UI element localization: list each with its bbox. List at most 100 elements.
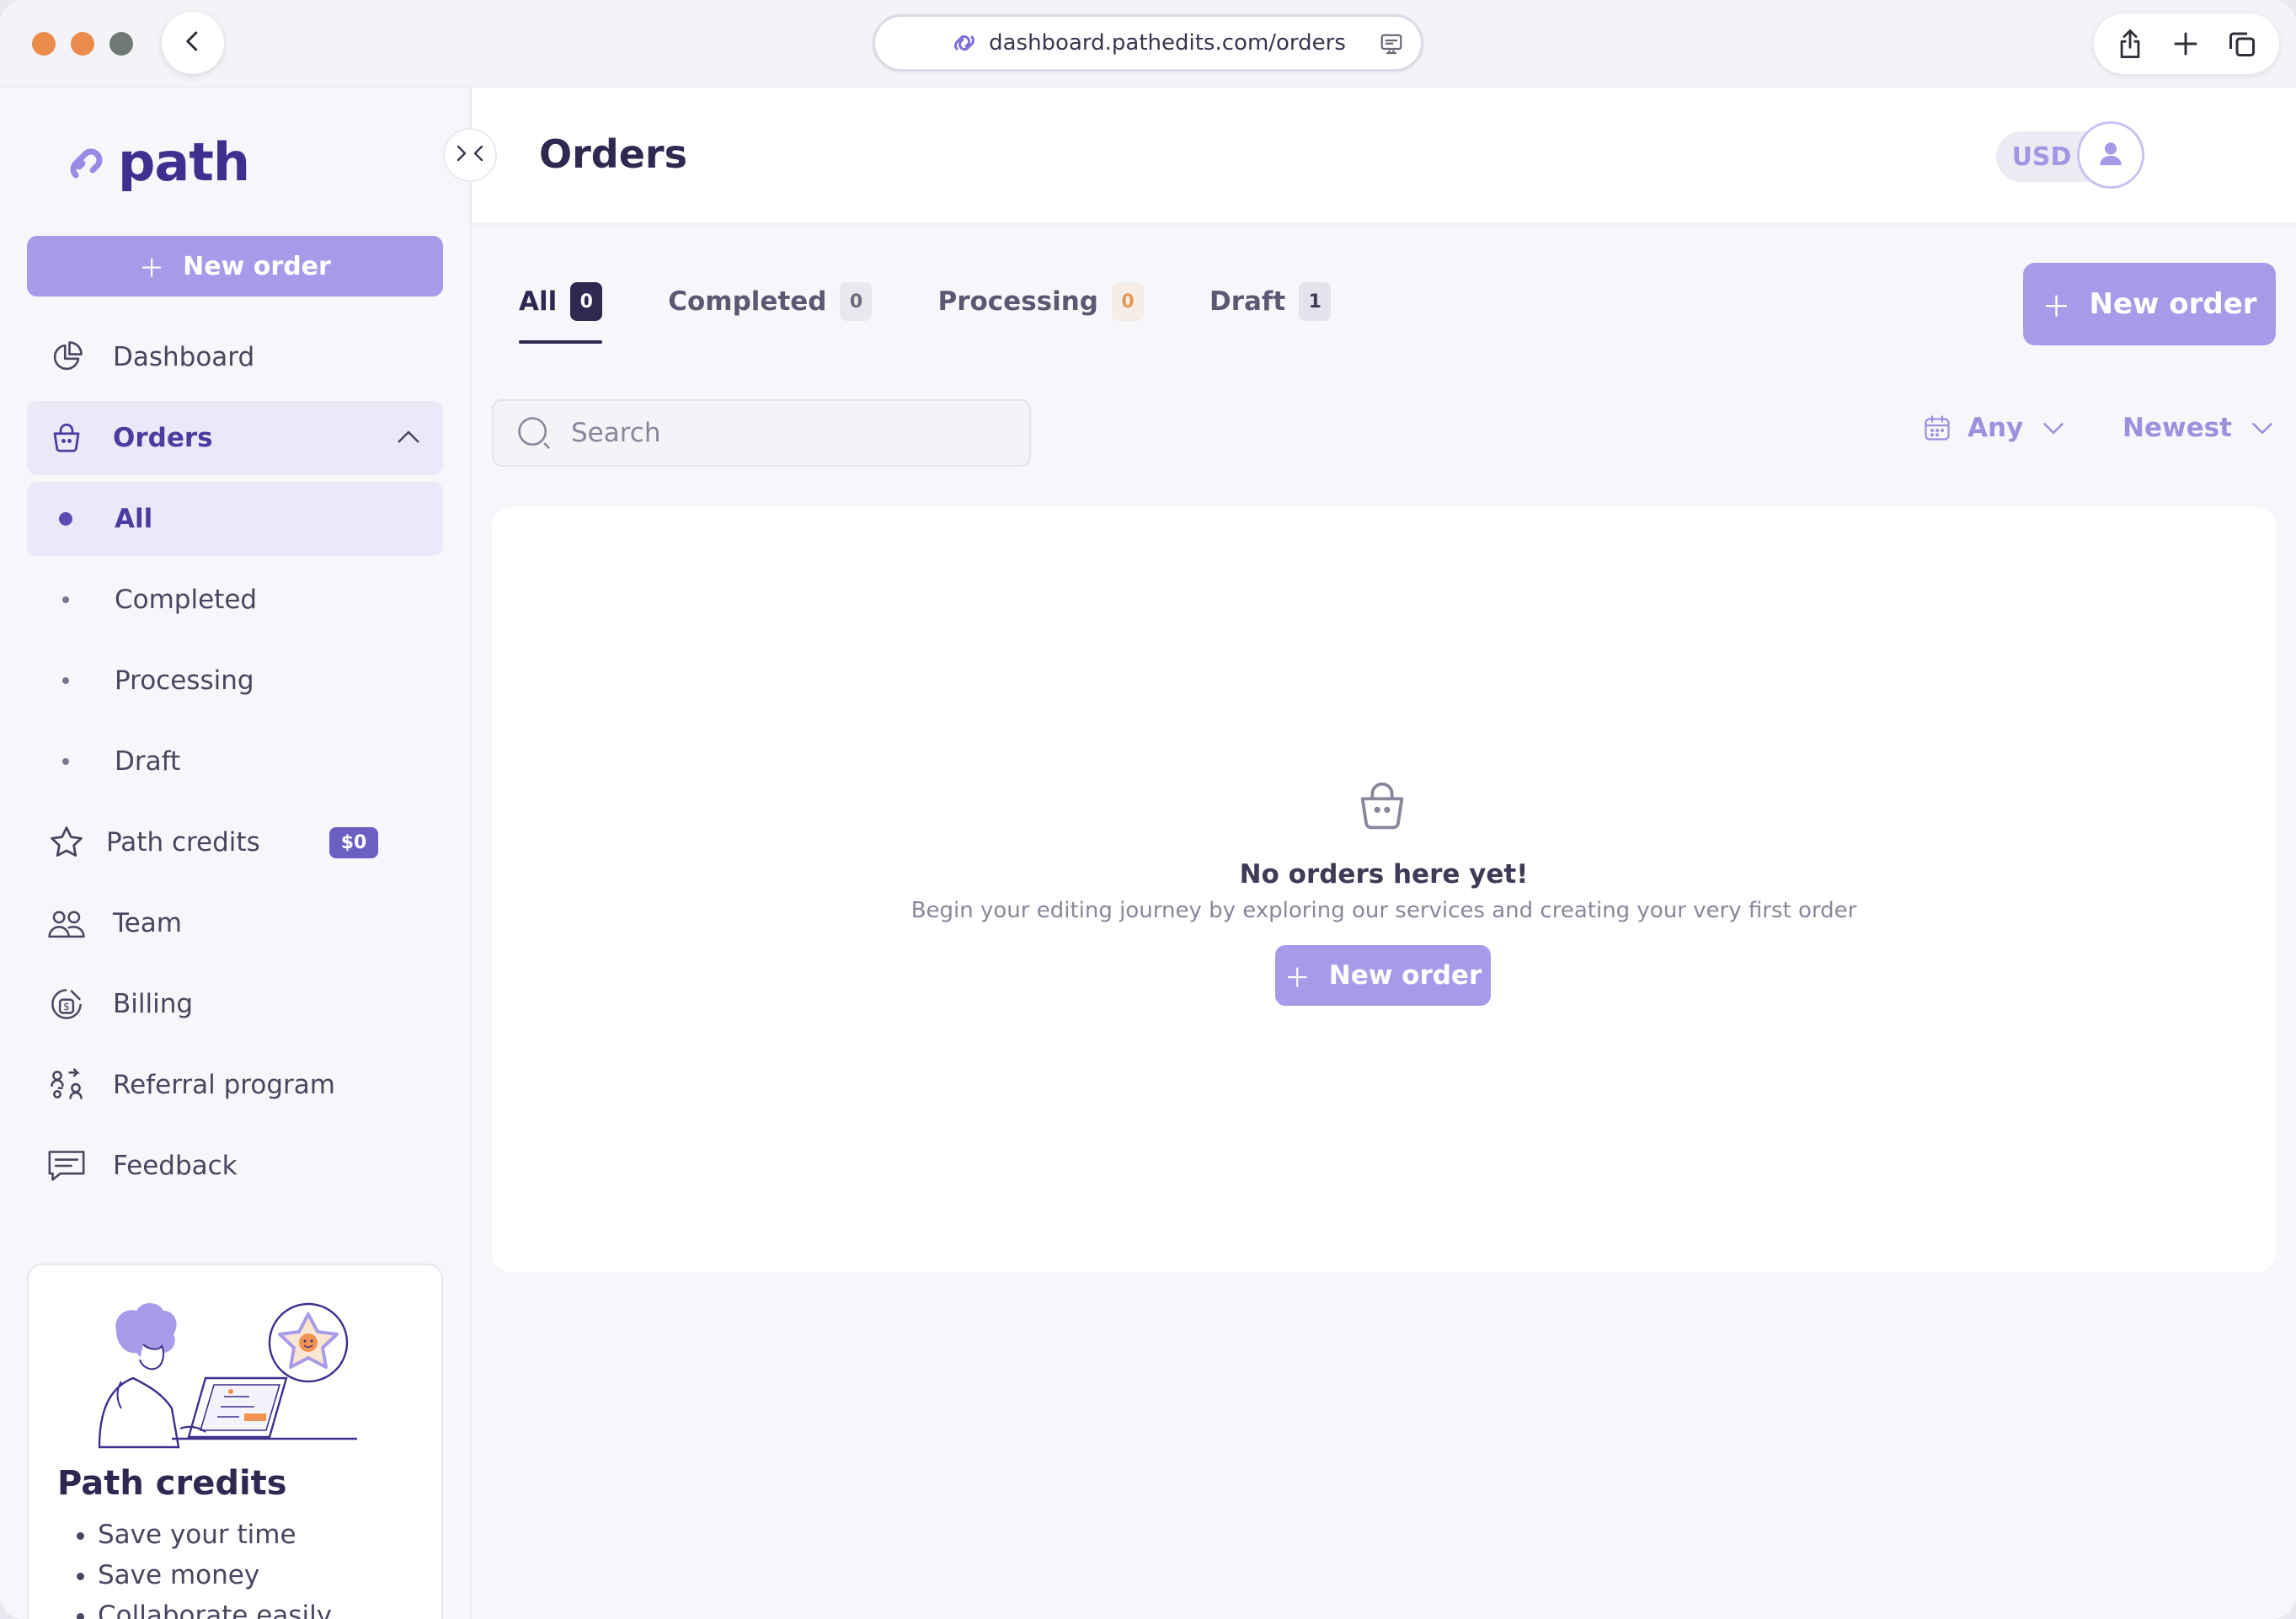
tab-all[interactable]: All 0 (519, 278, 603, 344)
basket-icon (1353, 777, 1412, 839)
sidebar-nav: Dashboard Orders All Completed Processin… (27, 320, 443, 1210)
browser-actions (2094, 13, 2279, 74)
brand-logo[interactable]: path (64, 131, 250, 193)
credits-balance-badge: $0 (328, 826, 379, 858)
tab-label: Draft (1209, 286, 1286, 317)
empty-state-button-label: New order (1328, 960, 1482, 991)
collapse-arrows-icon (455, 144, 485, 166)
url-text: dashboard.pathedits.com/orders (989, 30, 1346, 56)
sidebar: path ＋ New order Dashboard Orders All Co… (0, 88, 472, 1619)
empty-state-subtitle: Begin your editing journey by exploring … (910, 898, 1857, 923)
back-button[interactable] (162, 12, 224, 74)
sidebar-subitem-draft[interactable]: Draft (27, 724, 443, 799)
billing-icon: $ (45, 986, 88, 1022)
zoom-window-button[interactable] (109, 32, 133, 56)
sidebar-item-label: Completed (115, 585, 258, 615)
sidebar-subitem-processing[interactable]: Processing (27, 644, 443, 718)
sort-dropdown[interactable]: Newest (2122, 413, 2274, 443)
address-bar[interactable]: dashboard.pathedits.com/orders (873, 14, 1423, 72)
promo-title: Path credits (57, 1464, 287, 1503)
tab-count-badge: 1 (1299, 282, 1332, 321)
pie-chart-icon (45, 339, 88, 375)
sidebar-item-label: Billing (113, 989, 194, 1019)
bullet-dot (62, 677, 69, 684)
sidebar-subitem-completed[interactable]: Completed (27, 563, 443, 637)
sidebar-item-billing[interactable]: $ Billing (27, 967, 443, 1041)
tabs-overview-icon[interactable] (2227, 29, 2257, 59)
bullet-dot (59, 512, 72, 526)
sidebar-item-team[interactable]: Team (27, 886, 443, 960)
minimize-window-button[interactable] (71, 32, 94, 56)
sort-value: Newest (2122, 413, 2232, 443)
collapse-sidebar-button[interactable] (443, 128, 497, 182)
empty-state-title: No orders here yet! (1239, 859, 1529, 890)
currency-value: USD (2011, 142, 2072, 172)
new-order-label: New order (2089, 287, 2257, 321)
date-filter-value: Any (1968, 413, 2024, 443)
path-credits-promo-card[interactable]: Path credits Save your time Save money C… (27, 1264, 443, 1619)
sidebar-item-label: Team (113, 908, 182, 938)
calendar-icon (1922, 413, 1952, 443)
feedback-icon (45, 1147, 88, 1184)
sidebar-new-order-label: New order (183, 251, 331, 281)
sidebar-item-label: Path credits (106, 827, 260, 858)
svg-text:$: $ (63, 1001, 70, 1013)
tab-processing[interactable]: Processing 0 (937, 278, 1144, 325)
order-status-tabs: All 0 Completed 0 Processing 0 Draft 1 (519, 278, 1396, 344)
plus-icon: ＋ (2042, 290, 2071, 324)
plus-icon: ＋ (139, 254, 165, 284)
user-avatar-button[interactable] (2077, 121, 2144, 189)
new-order-button[interactable]: ＋ New order (2023, 263, 2276, 345)
chevron-left-icon (180, 29, 206, 57)
promo-benefit: Collaborate easily (98, 1595, 332, 1619)
user-icon (2096, 139, 2125, 171)
orders-empty-state: No orders here yet! Begin your editing j… (492, 507, 2276, 1272)
promo-benefits-list: Save your time Save money Collaborate ea… (71, 1515, 332, 1619)
sidebar-item-dashboard[interactable]: Dashboard (27, 320, 443, 394)
chevron-down-icon (2042, 420, 2065, 435)
browser-toolbar: dashboard.pathedits.com/orders (0, 0, 2296, 88)
sidebar-item-label: Orders (113, 423, 213, 453)
sidebar-item-orders[interactable]: Orders (27, 401, 443, 475)
tab-count-badge: 0 (840, 282, 873, 321)
logo-text: path (118, 131, 250, 193)
tab-label: Completed (668, 286, 827, 317)
sidebar-item-referral-program[interactable]: Referral program (27, 1048, 443, 1122)
sidebar-item-path-credits[interactable]: Path credits $0 (27, 805, 443, 879)
reader-mode-icon[interactable] (1379, 32, 1404, 57)
sidebar-item-label: Processing (115, 665, 254, 696)
sidebar-new-order-button[interactable]: ＋ New order (27, 236, 443, 297)
close-window-button[interactable] (32, 32, 56, 56)
sidebar-subitem-all[interactable]: All (27, 482, 443, 556)
date-filter-dropdown[interactable]: Any (1922, 413, 2065, 443)
bullet-dot (62, 758, 69, 765)
search-input[interactable] (571, 418, 992, 448)
page-title: Orders (539, 131, 687, 177)
new-tab-icon[interactable] (2172, 30, 2199, 57)
chevron-down-icon (2251, 420, 2274, 435)
sidebar-item-label: Draft (115, 746, 181, 777)
sidebar-item-label: Feedback (113, 1151, 238, 1181)
plus-icon: ＋ (1284, 963, 1311, 994)
share-icon[interactable] (2116, 28, 2144, 60)
link-icon (950, 30, 979, 56)
search-field[interactable] (492, 399, 1031, 467)
tab-draft[interactable]: Draft 1 (1209, 278, 1332, 325)
bullet-dot (62, 596, 69, 603)
tab-count-badge: 0 (570, 282, 603, 321)
tab-label: All (519, 286, 558, 317)
sidebar-item-feedback[interactable]: Feedback (27, 1129, 443, 1203)
basket-icon (45, 420, 88, 456)
sidebar-item-label: All (115, 504, 153, 534)
browser-window: dashboard.pathedits.com/orders path ＋ Ne… (0, 0, 2296, 1619)
sidebar-item-label: Dashboard (113, 342, 255, 372)
sidebar-item-label: Referral program (113, 1070, 335, 1100)
promo-benefit: Save money (98, 1555, 332, 1595)
tab-completed[interactable]: Completed 0 (668, 278, 873, 325)
page-header: Orders USD (472, 88, 2296, 222)
chevron-up-icon[interactable] (396, 426, 421, 446)
empty-state-new-order-button[interactable]: ＋ New order (1275, 945, 1491, 1006)
path-logo-icon (64, 138, 113, 187)
search-icon (515, 414, 553, 452)
team-icon (45, 906, 88, 940)
